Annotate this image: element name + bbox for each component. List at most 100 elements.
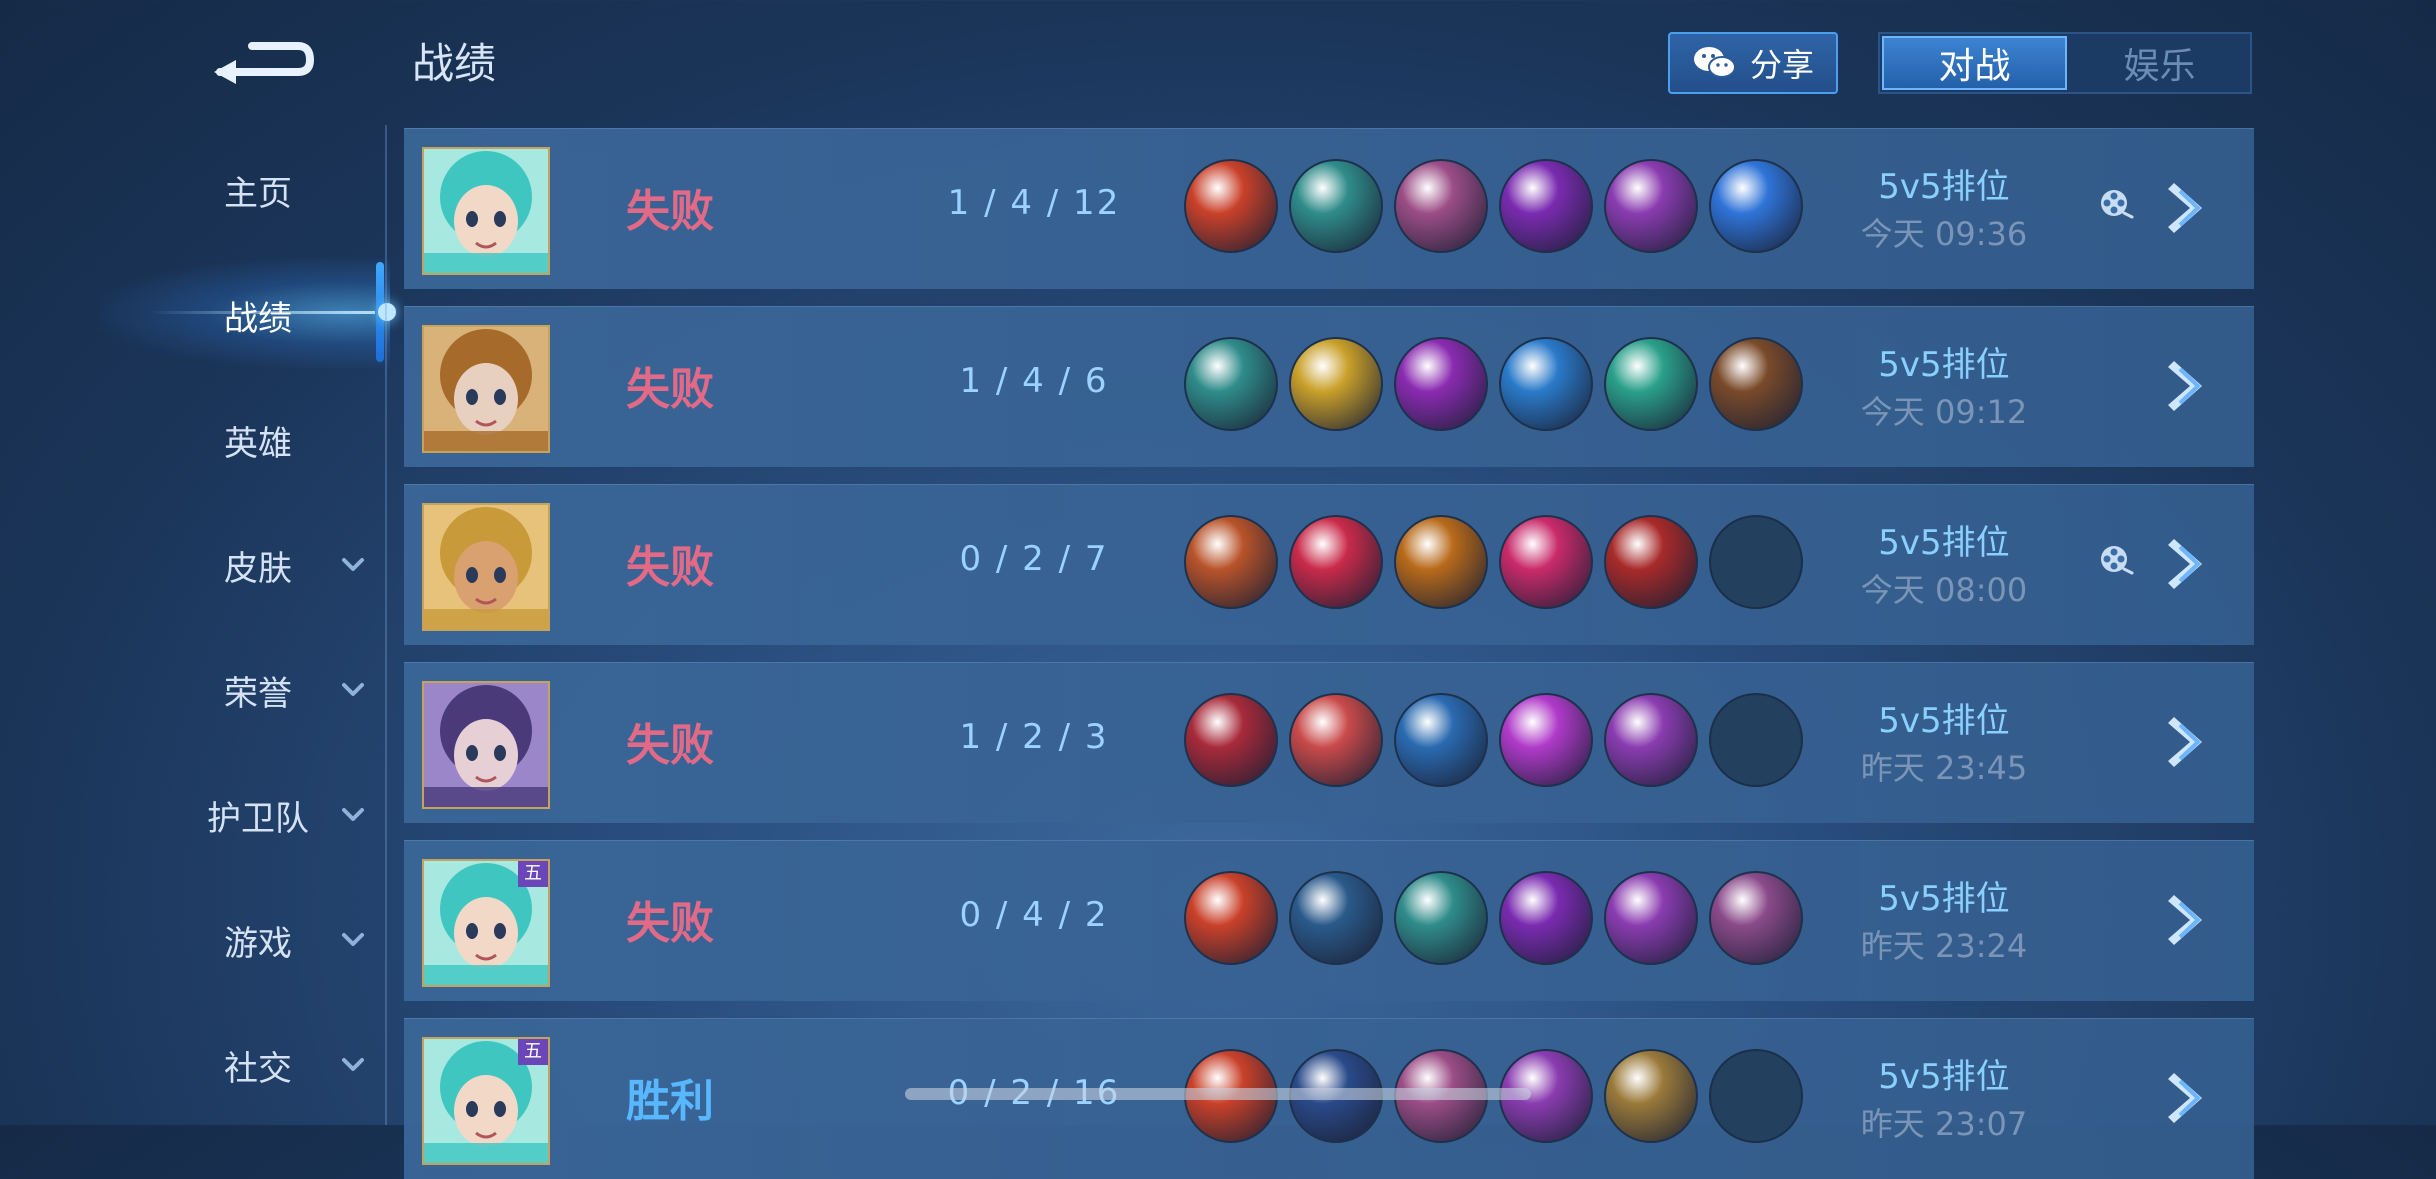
kda-stats: 1 / 4 / 6 bbox=[959, 361, 1109, 401]
match-time: 昨天 23:07 bbox=[1860, 1105, 2028, 1143]
match-result: 胜利 bbox=[626, 1076, 714, 1127]
equipment-list bbox=[1184, 337, 1803, 437]
mode-tabs: 对战 娱乐 bbox=[1878, 32, 2252, 94]
chevron-right-icon[interactable] bbox=[2166, 1067, 2212, 1129]
equipment-item-icon bbox=[1604, 1049, 1698, 1143]
match-time: 今天 08:00 bbox=[1860, 571, 2028, 609]
hero-avatar bbox=[422, 503, 550, 631]
match-row[interactable]: 失败 1 / 4 / 6 5v5排位 今天 09:12 bbox=[404, 306, 2254, 467]
equipment-item-icon bbox=[1184, 337, 1278, 431]
equipment-item-icon bbox=[1604, 337, 1698, 431]
equipment-item-icon bbox=[1709, 337, 1803, 431]
equipment-item-icon bbox=[1184, 871, 1278, 965]
match-result: 失败 bbox=[626, 720, 714, 771]
equipment-item-icon bbox=[1499, 337, 1593, 431]
match-row[interactable]: 失败 1 / 4 / 12 5v5排位今天 09:36 bbox=[404, 128, 2254, 289]
equipment-item-icon bbox=[1394, 515, 1488, 609]
equipment-list bbox=[1184, 515, 1803, 615]
equipment-item-icon bbox=[1289, 515, 1383, 609]
game-mode: 5v5排位 bbox=[1878, 345, 2010, 385]
match-result: 失败 bbox=[626, 186, 714, 237]
equipment-item-icon bbox=[1499, 871, 1593, 965]
game-mode: 5v5排位 bbox=[1878, 1057, 2010, 1097]
equipment-item-icon bbox=[1394, 693, 1488, 787]
share-button[interactable]: 分享 bbox=[1668, 32, 1838, 94]
equipment-item-icon bbox=[1394, 159, 1488, 253]
equipment-list bbox=[1184, 159, 1803, 259]
match-time: 昨天 23:24 bbox=[1860, 927, 2028, 965]
equipment-item-icon bbox=[1499, 159, 1593, 253]
sidebar-item-home[interactable]: 主页 bbox=[0, 142, 388, 232]
sidebar-item-label: 荣誉 bbox=[224, 674, 292, 714]
equipment-item-icon bbox=[1184, 693, 1278, 787]
game-mode: 5v5排位 bbox=[1878, 523, 2010, 563]
match-result: 失败 bbox=[626, 898, 714, 949]
equipment-item-icon bbox=[1394, 337, 1488, 431]
tab-battle[interactable]: 对战 bbox=[1882, 36, 2067, 90]
chevron-right-icon[interactable] bbox=[2166, 177, 2212, 239]
game-mode: 5v5排位 bbox=[1878, 167, 2010, 207]
sidebar-item-record[interactable]: 战绩 bbox=[0, 267, 388, 357]
match-result: 失败 bbox=[626, 542, 714, 593]
sidebar-item-label: 英雄 bbox=[224, 424, 292, 464]
sidebar-item-guard[interactable]: 护卫队 bbox=[0, 767, 388, 857]
equipment-item-icon bbox=[1604, 871, 1698, 965]
match-time: 昨天 23:45 bbox=[1860, 749, 2028, 787]
hero-avatar: 五 bbox=[422, 1037, 550, 1165]
chevron-right-icon[interactable] bbox=[2166, 889, 2212, 951]
equipment-item-icon bbox=[1184, 515, 1278, 609]
equipment-item-icon bbox=[1289, 871, 1383, 965]
equipment-list bbox=[1184, 871, 1803, 971]
sidebar-item-heroes[interactable]: 英雄 bbox=[0, 392, 388, 482]
wechat-icon bbox=[1693, 47, 1736, 78]
sidebar-item-label: 游戏 bbox=[224, 924, 292, 964]
kda-stats: 1 / 4 / 12 bbox=[947, 183, 1121, 223]
hero-avatar bbox=[422, 147, 550, 275]
chevron-right-icon[interactable] bbox=[2166, 533, 2212, 595]
chevron-down-icon bbox=[342, 683, 364, 696]
equipment-item-icon bbox=[1499, 515, 1593, 609]
tab-entertainment[interactable]: 娱乐 bbox=[2069, 34, 2250, 92]
equipment-list bbox=[1184, 693, 1803, 793]
sidebar-item-honor[interactable]: 荣誉 bbox=[0, 642, 388, 732]
empty-equipment-slot bbox=[1709, 1049, 1803, 1143]
sidebar-item-label: 战绩 bbox=[224, 299, 292, 339]
rank-badge: 五 bbox=[518, 861, 548, 887]
page-title: 战绩 bbox=[412, 39, 497, 88]
equipment-item-icon bbox=[1394, 871, 1488, 965]
chevron-right-icon[interactable] bbox=[2166, 355, 2212, 417]
chevron-down-icon bbox=[342, 933, 364, 946]
match-row[interactable]: 失败 1 / 2 / 3 5v5排位 昨天 23:45 bbox=[404, 662, 2254, 823]
equipment-item-icon bbox=[1604, 693, 1698, 787]
film-reel-icon[interactable] bbox=[2098, 543, 2134, 579]
share-label: 分享 bbox=[1749, 46, 1814, 84]
sidebar-item-label: 护卫队 bbox=[207, 799, 309, 839]
game-mode: 5v5排位 bbox=[1878, 879, 2010, 919]
back-arrow-icon[interactable] bbox=[210, 30, 315, 90]
empty-equipment-slot bbox=[1709, 693, 1803, 787]
sidebar-item-social[interactable]: 社交 bbox=[0, 1017, 388, 1107]
equipment-item-icon bbox=[1184, 159, 1278, 253]
match-time: 今天 09:36 bbox=[1860, 215, 2028, 253]
equipment-item-icon bbox=[1709, 159, 1803, 253]
sidebar-item-skins[interactable]: 皮肤 bbox=[0, 517, 388, 607]
rank-badge: 五 bbox=[518, 1039, 548, 1065]
kda-stats: 1 / 2 / 3 bbox=[959, 717, 1109, 757]
match-row[interactable]: 失败 0 / 2 / 7 5v5排位 今天 08:00 bbox=[404, 484, 2254, 645]
sidebar-item-label: 主页 bbox=[224, 174, 292, 214]
empty-equipment-slot bbox=[1709, 515, 1803, 609]
chevron-down-icon bbox=[342, 1058, 364, 1071]
home-indicator bbox=[905, 1088, 1531, 1100]
sidebar: 主页战绩英雄皮肤荣誉护卫队游戏社交 bbox=[0, 0, 396, 1125]
chevron-right-icon[interactable] bbox=[2166, 711, 2212, 773]
match-row[interactable]: 五失败 0 / 4 / 2 5v5排位 昨天 23:24 bbox=[404, 840, 2254, 1001]
equipment-item-icon bbox=[1709, 871, 1803, 965]
hero-avatar bbox=[422, 325, 550, 453]
sidebar-item-label: 皮肤 bbox=[224, 549, 292, 589]
hero-avatar: 五 bbox=[422, 859, 550, 987]
sidebar-item-label: 社交 bbox=[224, 1049, 292, 1089]
equipment-item-icon bbox=[1289, 337, 1383, 431]
sidebar-item-games[interactable]: 游戏 bbox=[0, 892, 388, 982]
film-reel-icon[interactable] bbox=[2098, 187, 2134, 223]
chevron-down-icon bbox=[342, 808, 364, 821]
